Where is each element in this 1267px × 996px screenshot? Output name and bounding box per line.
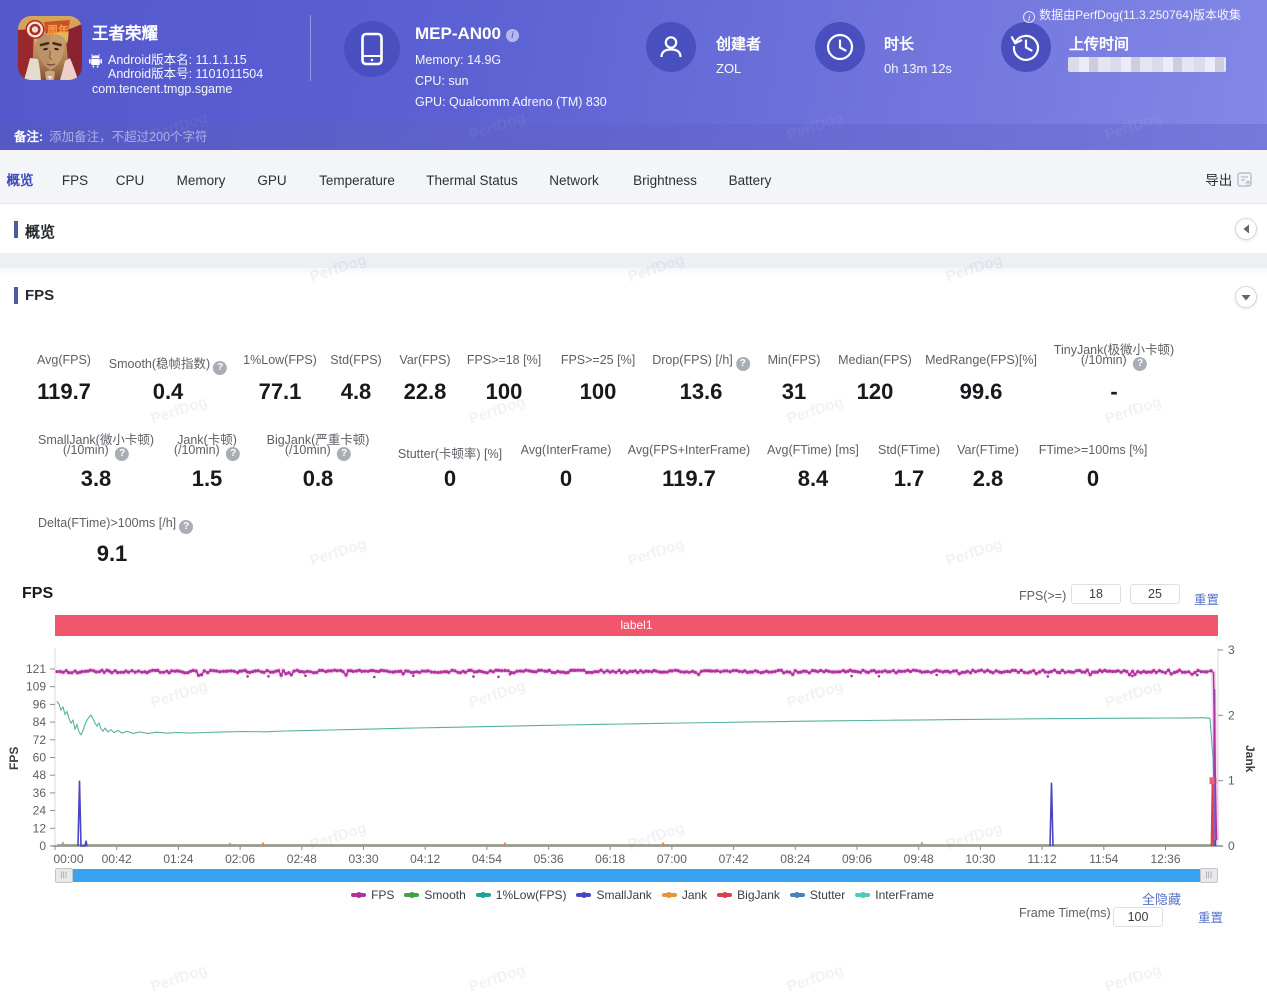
svg-text:1: 1 — [1228, 774, 1235, 788]
svg-text:07:42: 07:42 — [719, 852, 749, 866]
svg-text:84: 84 — [33, 715, 47, 729]
svg-text:01:24: 01:24 — [163, 852, 193, 866]
svg-text:00:42: 00:42 — [102, 852, 132, 866]
svg-text:03:30: 03:30 — [348, 852, 378, 866]
svg-text:11:12: 11:12 — [1028, 852, 1057, 866]
svg-text:72: 72 — [33, 733, 47, 747]
svg-text:02:48: 02:48 — [287, 852, 317, 866]
svg-text:09:06: 09:06 — [842, 852, 872, 866]
svg-text:2: 2 — [1228, 708, 1235, 722]
svg-text:48: 48 — [33, 768, 47, 782]
svg-text:12: 12 — [33, 821, 47, 835]
svg-text:60: 60 — [33, 751, 47, 765]
svg-text:07:00: 07:00 — [657, 852, 687, 866]
svg-text:109: 109 — [26, 680, 46, 694]
svg-text:08:24: 08:24 — [780, 852, 810, 866]
svg-text:0: 0 — [1228, 839, 1235, 853]
svg-text:Jank: Jank — [1243, 745, 1257, 773]
svg-text:09:48: 09:48 — [904, 852, 934, 866]
svg-text:周年: 周年 — [47, 23, 69, 37]
svg-text:121: 121 — [26, 662, 46, 676]
svg-text:12:36: 12:36 — [1150, 852, 1180, 866]
svg-text:11:54: 11:54 — [1089, 852, 1118, 866]
svg-text:36: 36 — [33, 786, 47, 800]
svg-text:00:00: 00:00 — [53, 852, 83, 866]
svg-text:0: 0 — [39, 839, 46, 853]
svg-text:04:12: 04:12 — [410, 852, 440, 866]
svg-text:10:30: 10:30 — [965, 852, 995, 866]
svg-text:3: 3 — [1228, 643, 1235, 657]
svg-text:06:18: 06:18 — [595, 852, 625, 866]
svg-text:96: 96 — [33, 697, 47, 711]
svg-text:04:54: 04:54 — [472, 852, 502, 866]
svg-text:24: 24 — [33, 804, 47, 818]
svg-text:FPS: FPS — [7, 747, 21, 770]
svg-text:02:06: 02:06 — [225, 852, 255, 866]
svg-text:05:36: 05:36 — [534, 852, 564, 866]
